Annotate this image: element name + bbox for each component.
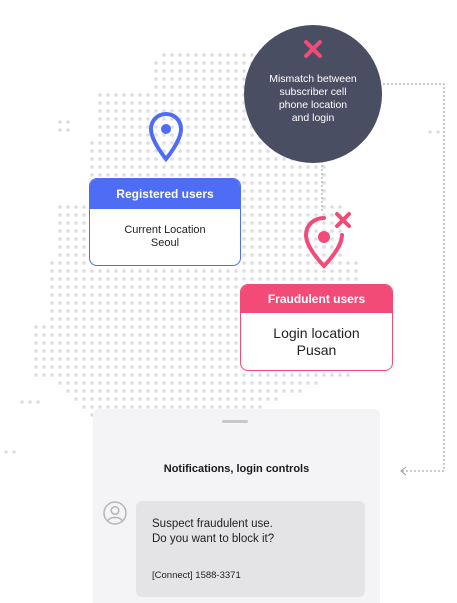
registered-users-title: Registered users [90,179,240,209]
fraudulent-users-card: Fraudulent users Login location Pusan [240,284,393,371]
mismatch-text: Mismatch between subscriber cell phone l… [258,73,368,125]
message-line-1: Suspect fraudulent use. [152,518,273,530]
fraud-location-city: Pusan [296,342,337,358]
location-pin-icon [148,111,184,163]
mismatch-line-3: phone location [278,99,348,111]
drag-handle[interactable] [222,420,248,423]
mismatch-line-4: and login [291,112,335,124]
mismatch-line-1: Mismatch between [269,73,357,85]
registered-location-city: Seoul [150,237,180,249]
message-line-2: Do you want to block it? [152,533,275,545]
notification-title: Notifications, login controls [163,463,310,475]
registered-location-label: Current Location [124,224,206,236]
fraud-location-label: Login location [273,325,360,341]
mismatch-line-2: subscriber cell [279,86,347,98]
x-mark-icon [304,40,322,58]
fraudulent-users-title: Fraudulent users [241,285,392,313]
location-pin-x-icon [303,212,351,269]
registered-users-card: Registered users Current Location Seoul [89,178,241,266]
user-avatar-icon [103,501,127,525]
notification-message-bubble: Suspect fraudulent use. Do you want to b… [136,501,365,597]
notification-panel: Notifications, login controls Suspect fr… [93,409,380,603]
connector-circle-to-notification [383,83,445,472]
connect-phone-link[interactable]: [Connect] 1588-3371 [152,570,241,581]
mismatch-circle: Mismatch between subscriber cell phone l… [244,25,382,163]
